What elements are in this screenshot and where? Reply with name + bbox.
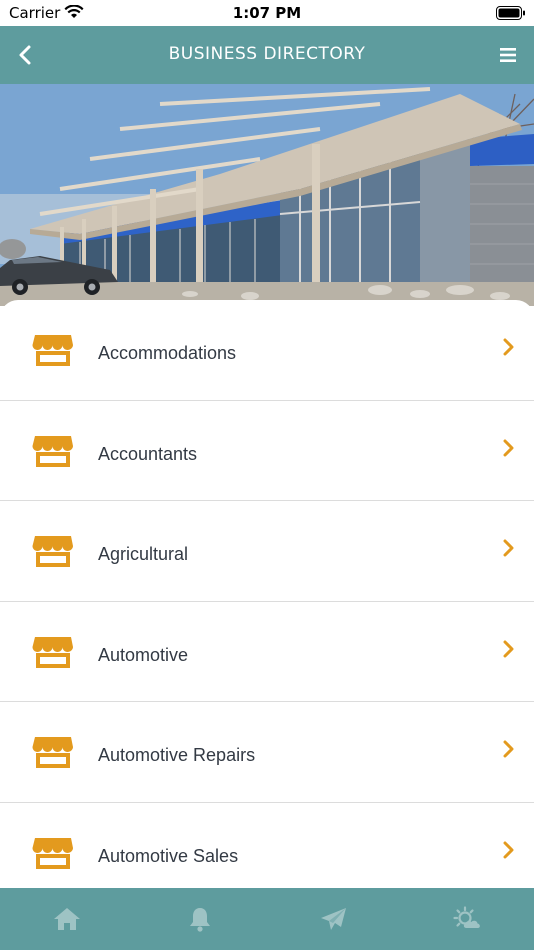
list-item-agricultural[interactable]: Agricultural: [0, 501, 534, 602]
item-label: Automotive: [98, 644, 189, 665]
weather-icon[interactable]: [453, 906, 483, 932]
store-icon: [32, 737, 73, 769]
item-label: Automotive Repairs: [98, 745, 256, 766]
battery-icon: [496, 6, 525, 20]
home-icon[interactable]: [52, 906, 82, 932]
category-list: Accommodations Accountants Agricultural …: [0, 300, 534, 888]
item-label: Automotive Sales: [98, 845, 239, 866]
chevron-right-icon: [503, 740, 514, 758]
list-item-accountants[interactable]: Accountants: [0, 401, 534, 502]
store-icon: [32, 435, 73, 467]
store-icon: [32, 335, 73, 366]
list-item-automotive-sales[interactable]: Automotive Sales: [0, 803, 534, 888]
list-item-automotive-repairs[interactable]: Automotive Repairs: [0, 702, 534, 803]
list-item-accommodations[interactable]: Accommodations: [0, 300, 534, 401]
chevron-right-icon: [503, 539, 514, 557]
item-label: Accountants: [98, 443, 198, 464]
store-icon: [32, 837, 73, 869]
page-title: BUSINESS DIRECTORY: [168, 44, 366, 64]
building-illustration: [0, 84, 534, 306]
chevron-right-icon: [503, 338, 514, 356]
chevron-right-icon: [503, 439, 514, 457]
hamburger-menu-icon[interactable]: [498, 45, 518, 65]
list-item-automotive[interactable]: Automotive: [0, 602, 534, 703]
paper-plane-icon[interactable]: [319, 906, 349, 932]
status-time: 1:07 PM: [232, 4, 302, 22]
bell-icon[interactable]: [185, 906, 215, 932]
nav-bar: BUSINESS DIRECTORY: [0, 26, 534, 84]
item-label: Accommodations: [98, 343, 237, 363]
store-icon: [32, 636, 73, 668]
chevron-right-icon: [503, 640, 514, 658]
hero-image: [0, 84, 534, 306]
tab-bar: [0, 888, 534, 950]
item-label: Agricultural: [98, 544, 189, 565]
chevron-right-icon: [503, 841, 514, 859]
store-icon: [32, 536, 73, 568]
status-bar: Carrier 1:07 PM: [0, 0, 534, 26]
